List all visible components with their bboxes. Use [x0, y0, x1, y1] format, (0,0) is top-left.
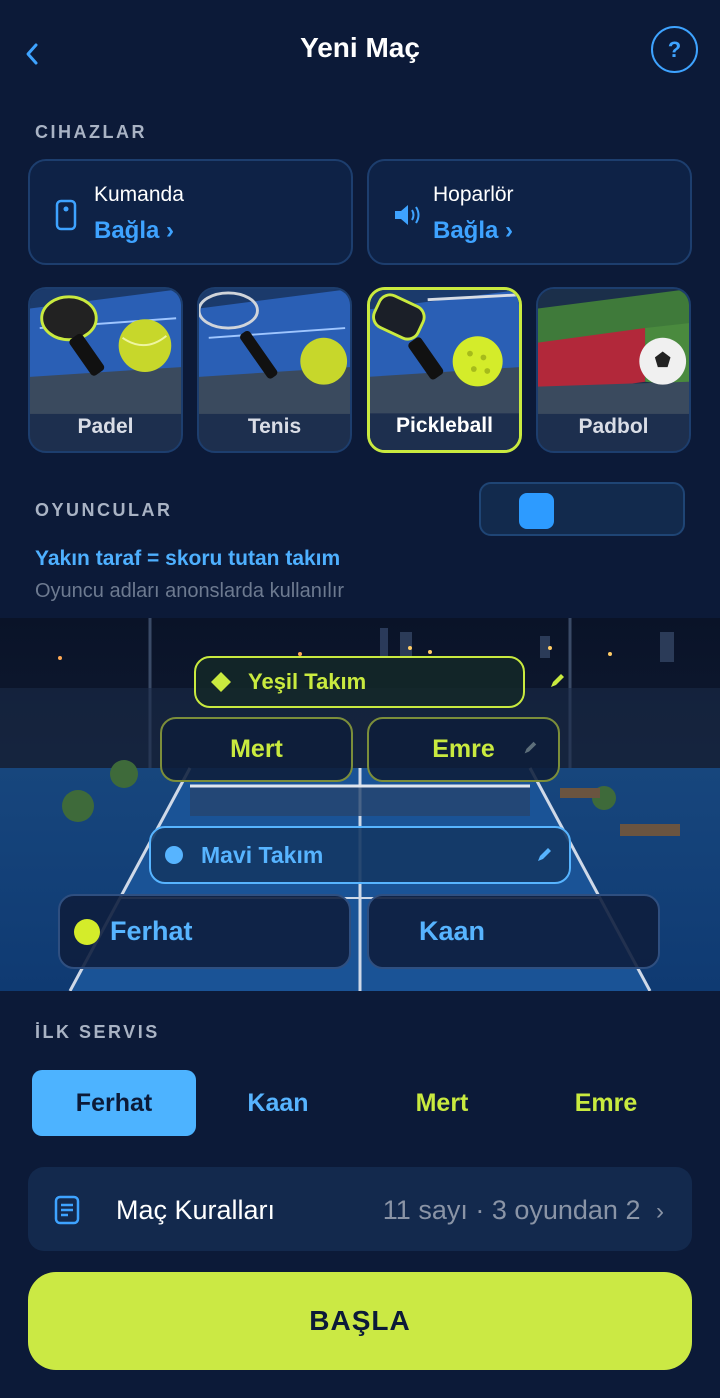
match-rules-label: Maç Kuralları [116, 1195, 276, 1225]
edit-green-player-icon[interactable] [522, 740, 538, 756]
player-field-kaan[interactable]: Kaan [367, 894, 660, 969]
match-rules-row[interactable]: Maç Kuralları 11 sayı · 3 oyundan 2 › [28, 1167, 692, 1251]
blue-team-name-field[interactable]: Mavi Takım [149, 826, 571, 884]
toggle-knob [519, 493, 554, 529]
first-serve-section-label: İLK SERVIS [35, 1022, 160, 1042]
green-team-name: Yeşil Takım [248, 669, 367, 694]
edit-blue-team-icon[interactable] [535, 846, 553, 864]
diamond-icon [211, 672, 231, 692]
player-field-mert[interactable]: Mert [160, 717, 353, 782]
sport-label-pickleball: Pickleball [396, 414, 493, 437]
blue-team-name: Mavi Takım [201, 841, 324, 868]
player-field-ferhat[interactable]: Ferhat [58, 894, 351, 969]
speaker-title: Hoparlör [433, 183, 514, 206]
remote-connect-link[interactable]: Bağla › [94, 217, 174, 245]
sport-tile-tennis[interactable]: Tenis [197, 287, 352, 453]
speaker-card[interactable]: Hoparlör Bağla › [367, 159, 692, 265]
speaker-icon [395, 205, 420, 225]
green-team-name-field[interactable]: Yeşil Takım [194, 656, 525, 708]
match-rules-summary: 11 sayı · 3 oyundan 2 [382, 1195, 641, 1225]
dot-icon [165, 846, 183, 864]
sport-tile-pickleball[interactable]: Pickleball [367, 287, 522, 453]
sport-label-padel: Padel [77, 415, 134, 438]
players-toggle[interactable] [479, 482, 685, 536]
edit-green-team-icon[interactable] [548, 672, 566, 690]
sport-label-padbol: Padbol [578, 415, 649, 438]
serve-ball-icon [74, 918, 100, 945]
serve-option-kaan[interactable]: Kaan [196, 1070, 360, 1136]
player-name-ferhat: Ferhat [110, 916, 193, 946]
sport-tile-padbol[interactable]: Padbol [536, 287, 691, 453]
serve-option-mert[interactable]: Mert [360, 1070, 524, 1136]
help-button[interactable]: ? [651, 26, 698, 73]
serve-option-ferhat[interactable]: Ferhat [32, 1070, 196, 1136]
chevron-right-icon: › [656, 1198, 664, 1225]
sport-label-tennis: Tenis [247, 415, 302, 438]
remote-icon [55, 199, 77, 231]
remote-title: Kumanda [94, 183, 184, 206]
remote-card[interactable]: Kumanda Bağla › [28, 159, 353, 265]
document-icon [54, 1195, 80, 1225]
start-button[interactable]: BAŞLA [28, 1272, 692, 1370]
sport-tile-padel[interactable]: Padel [28, 287, 183, 453]
match-rules-value: 11 sayı · 3 oyundan 2 › [383, 1195, 664, 1226]
players-section-label: OYUNCULAR [35, 500, 173, 520]
announce-hint: Oyuncu adları anonslarda kullanılır [35, 580, 345, 602]
speaker-connect-link[interactable]: Bağla › [433, 217, 513, 245]
help-icon: ? [667, 36, 682, 62]
devices-section-label: CIHAZLAR [35, 122, 147, 142]
near-side-hint: Yakın taraf = skoru tutan takım [35, 547, 341, 570]
player-name-kaan: Kaan [419, 916, 486, 946]
serve-option-emre[interactable]: Emre [524, 1070, 688, 1136]
page-title: Yeni Maç [300, 32, 420, 63]
